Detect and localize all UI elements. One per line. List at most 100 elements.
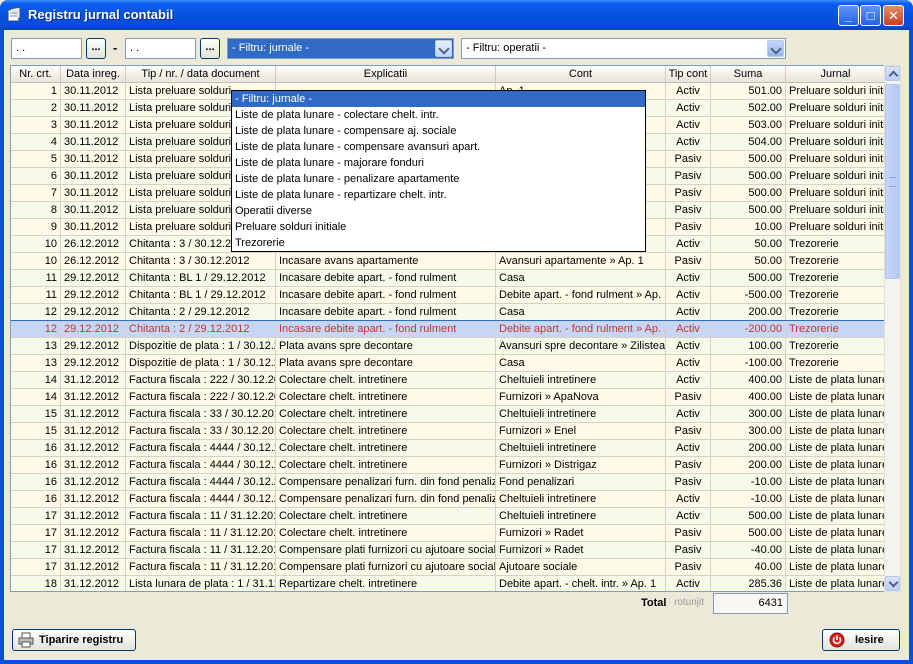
table-row[interactable]: 17 31.12.2012 Factura fiscala : 11 / 31.12…	[11, 508, 886, 525]
table-row[interactable]: 13 29.12.2012 Dispozitie de plata : 1 / 30…	[11, 355, 886, 372]
cell-date: 31.12.2012	[61, 406, 126, 422]
vertical-scrollbar[interactable]	[884, 65, 901, 592]
maximize-button[interactable]: □	[860, 5, 881, 26]
journal-filter-select[interactable]: - Filtru: jurnale -	[227, 38, 454, 59]
column-header-nr[interactable]: Nr. crt.	[11, 66, 61, 83]
table-row[interactable]: 12 29.12.2012 Chitanta : 2 / 29.12.2012 Inc…	[11, 320, 887, 339]
dropdown-option[interactable]: Liste de plata lunare - colectare chelt.…	[232, 107, 645, 123]
cell-date: 30.11.2012	[61, 117, 126, 133]
date-from-picker-button[interactable]: ...	[86, 38, 106, 59]
cell-nr: 12	[11, 321, 61, 337]
table-row[interactable]: 17 31.12.2012 Factura fiscala : 11 / 31.12…	[11, 559, 886, 576]
dropdown-option[interactable]: Operatii diverse	[232, 203, 645, 219]
cell-account-type: Activ	[666, 83, 711, 99]
column-header-account-type[interactable]: Tip cont	[666, 66, 711, 83]
cell-date: 26.12.2012	[61, 236, 126, 252]
dropdown-option[interactable]: Preluare solduri initiale	[232, 219, 645, 235]
cell-journal: Liste de plata lunare	[786, 474, 886, 490]
cell-account: Cheltuieli intretinere	[496, 491, 666, 507]
cell-date: 30.11.2012	[61, 83, 126, 99]
dropdown-option[interactable]: Trezorerie	[232, 235, 645, 251]
table-row[interactable]: 11 29.12.2012 Chitanta : BL 1 / 29.12.2012…	[11, 270, 886, 287]
scroll-down-icon[interactable]	[885, 576, 900, 591]
column-header-journal[interactable]: Jurnal	[786, 66, 886, 83]
table-row[interactable]: 16 31.12.2012 Factura fiscala : 4444 / 30.…	[11, 491, 886, 508]
cell-explanation: Colectare chelt. intretinere	[276, 440, 496, 456]
cell-account-type: Activ	[666, 304, 711, 320]
cell-account-type: Activ	[666, 338, 711, 354]
dropdown-option[interactable]: Liste de plata lunare - majorare fonduri	[232, 155, 645, 171]
cell-journal: Liste de plata lunare	[786, 491, 886, 507]
cell-explanation: Colectare chelt. intretinere	[276, 423, 496, 439]
cell-account-type: Activ	[666, 406, 711, 422]
table-row[interactable]: 16 31.12.2012 Factura fiscala : 4444 / 30.…	[11, 474, 886, 491]
operation-filter-select[interactable]: - Filtru: operatii -	[461, 38, 786, 59]
table-row[interactable]: 18 31.12.2012 Lista lunara de plata : 1 / …	[11, 576, 886, 591]
table-row[interactable]: 14 31.12.2012 Factura fiscala : 222 / 30.1…	[11, 389, 886, 406]
cell-account-type: Pasiv	[666, 423, 711, 439]
cell-document: Factura fiscala : 4444 / 30.12.2012	[126, 440, 276, 456]
exit-button[interactable]: Iesire	[822, 629, 900, 651]
maximize-icon: □	[866, 8, 875, 23]
total-label: Total	[641, 597, 667, 609]
chevron-down-icon[interactable]	[767, 40, 784, 57]
cell-account: Debite apart. - chelt. intr. » Ap. 1	[496, 576, 666, 591]
table-row[interactable]: 15 31.12.2012 Factura fiscala : 33 / 30.12…	[11, 406, 886, 423]
chevron-down-icon[interactable]	[435, 40, 452, 57]
cell-amount: 504.00	[711, 134, 786, 150]
close-button[interactable]: ✕	[883, 5, 904, 26]
cell-date: 30.11.2012	[61, 219, 126, 235]
cell-amount: -200.00	[711, 321, 786, 337]
date-to-picker-button[interactable]: ...	[200, 38, 220, 59]
table-row[interactable]: 16 31.12.2012 Factura fiscala : 4444 / 30.…	[11, 440, 886, 457]
table-row[interactable]: 13 29.12.2012 Dispozitie de plata : 1 / 30…	[11, 338, 886, 355]
cell-amount: 200.00	[711, 304, 786, 320]
title-bar[interactable]: Registru jurnal contabil _ □ ✕	[0, 0, 913, 30]
dropdown-option[interactable]: Liste de plata lunare - compensare avans…	[232, 139, 645, 155]
printer-icon	[18, 632, 34, 648]
cell-explanation: Colectare chelt. intretinere	[276, 372, 496, 388]
cell-account-type: Activ	[666, 372, 711, 388]
cell-date: 29.12.2012	[61, 338, 126, 354]
cell-journal: Preluare solduri initiale	[786, 100, 886, 116]
cell-amount: 500.00	[711, 185, 786, 201]
print-register-button[interactable]: Tiparire registru	[12, 629, 136, 651]
cell-date: 29.12.2012	[61, 287, 126, 303]
cell-nr: 12	[11, 304, 61, 320]
minimize-button[interactable]: _	[838, 5, 859, 26]
minimize-icon: _	[844, 8, 853, 23]
column-header-account[interactable]: Cont	[496, 66, 666, 83]
table-row[interactable]: 11 29.12.2012 Chitanta : BL 1 / 29.12.2012…	[11, 287, 886, 304]
cell-explanation: Compensare plati furnizori cu ajutoare s…	[276, 559, 496, 575]
column-header-date[interactable]: Data inreg.	[61, 66, 126, 83]
cell-amount: 300.00	[711, 423, 786, 439]
dropdown-option[interactable]: Liste de plata lunare - penalizare apart…	[232, 171, 645, 187]
table-row[interactable]: 12 29.12.2012 Chitanta : 2 / 29.12.2012 Inc…	[11, 304, 886, 321]
table-row[interactable]: 14 31.12.2012 Factura fiscala : 222 / 30.1…	[11, 372, 886, 389]
cell-nr: 15	[11, 406, 61, 422]
cell-document: Factura fiscala : 11 / 31.12.2012	[126, 542, 276, 558]
column-header-amount[interactable]: Suma	[711, 66, 786, 83]
cell-explanation: Incasare avans apartamente	[276, 253, 496, 269]
dropdown-option[interactable]: - Filtru: jurnale -	[232, 91, 645, 107]
table-row[interactable]: 17 31.12.2012 Factura fiscala : 11 / 31.12…	[11, 542, 886, 559]
table-row[interactable]: 17 31.12.2012 Factura fiscala : 11 / 31.12…	[11, 525, 886, 542]
table-row[interactable]: 1026.12.2012Chitanta : 3 / 30.12.2012Inc…	[11, 253, 886, 270]
column-header-document[interactable]: Tip / nr. / data document	[126, 66, 276, 83]
scroll-up-icon[interactable]	[885, 66, 900, 81]
dropdown-option[interactable]: Liste de plata lunare - repartizare chel…	[232, 187, 645, 203]
cell-document: Factura fiscala : 222 / 30.12.2012	[126, 389, 276, 405]
date-from-input[interactable]: . .	[11, 38, 82, 59]
table-row[interactable]: 15 31.12.2012 Factura fiscala : 33 / 30.12…	[11, 423, 886, 440]
date-to-input[interactable]: . .	[125, 38, 196, 59]
cell-amount: 300.00	[711, 406, 786, 422]
close-icon: ✕	[888, 8, 899, 23]
table-row[interactable]: 16 31.12.2012 Factura fiscala : 4444 / 30.…	[11, 457, 886, 474]
column-header-explanation[interactable]: Explicatii	[276, 66, 496, 83]
cell-journal: Trezorerie	[786, 355, 886, 371]
cell-nr: 17	[11, 508, 61, 524]
dropdown-option[interactable]: Liste de plata lunare - compensare aj. s…	[232, 123, 645, 139]
cell-document: Chitanta : BL 1 / 29.12.2012	[126, 287, 276, 303]
cell-account: Cheltuieli intretinere	[496, 372, 666, 388]
scroll-thumb[interactable]	[885, 84, 900, 279]
